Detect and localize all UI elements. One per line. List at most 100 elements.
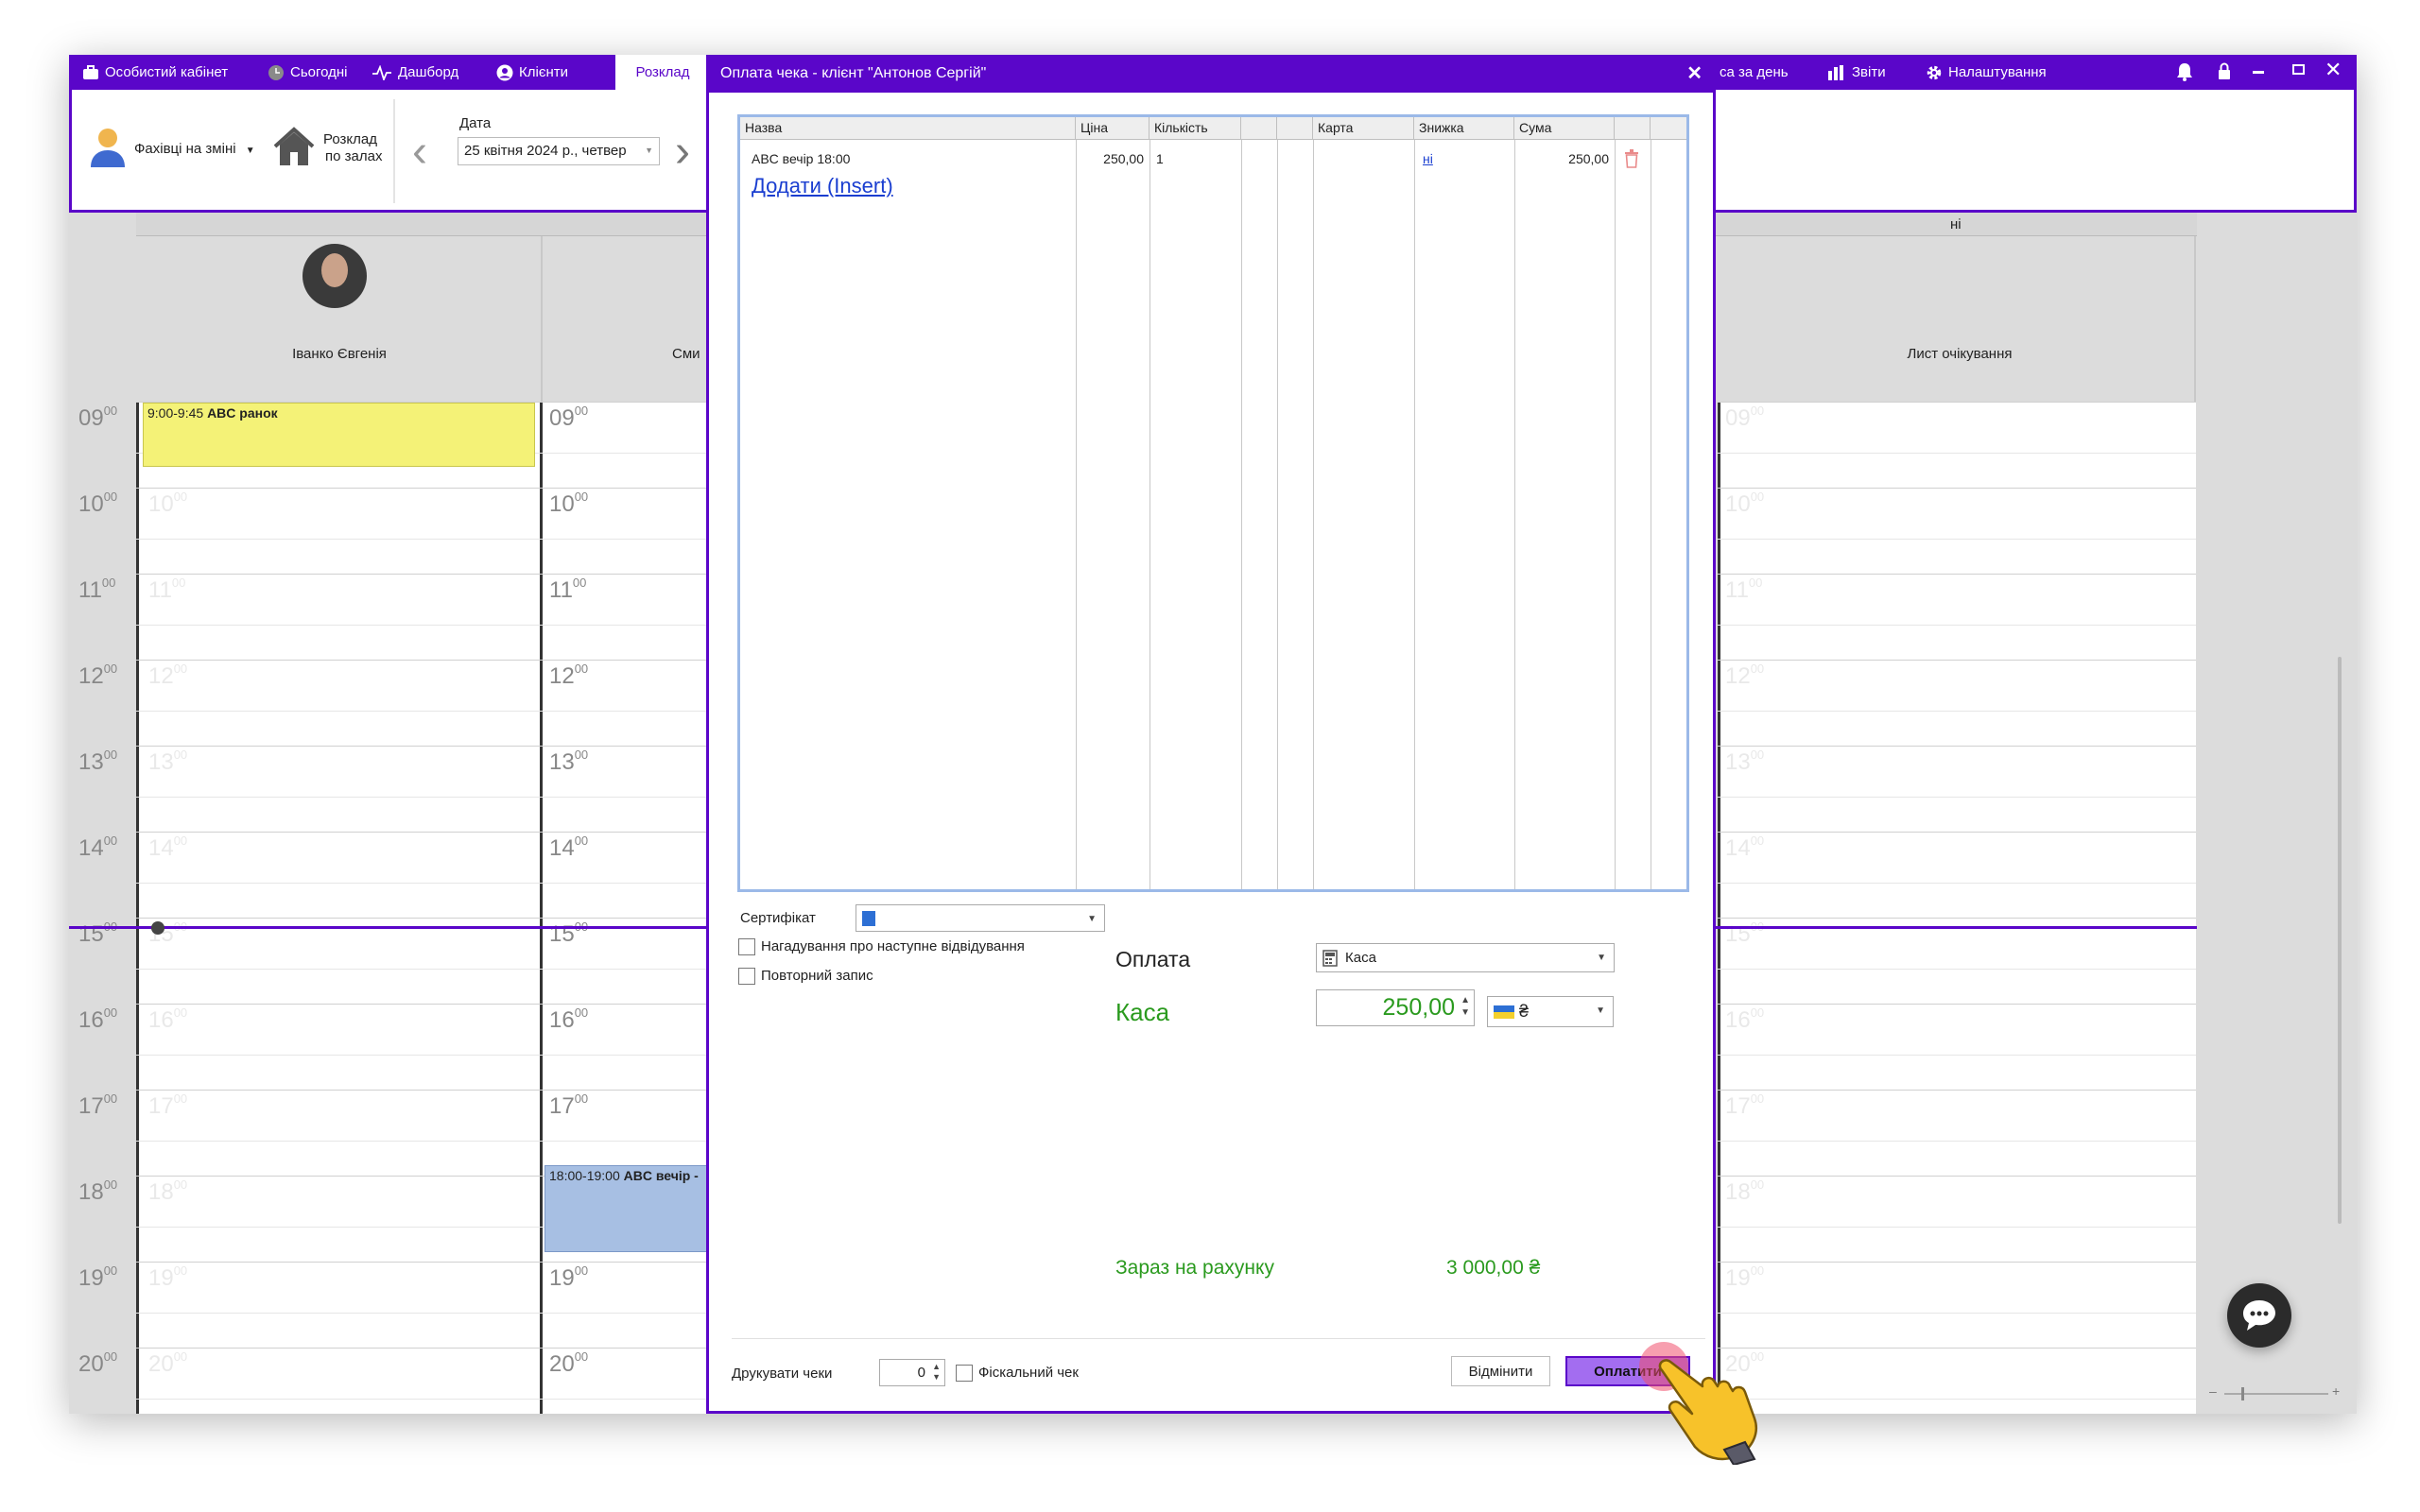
close-icon[interactable]: ✕ [1686, 61, 1703, 85]
next-date-icon[interactable]: › [675, 126, 690, 178]
nav-settings[interactable]: Налаштування [1926, 55, 2047, 90]
col-header-card[interactable]: Карта [1313, 117, 1414, 140]
date-picker[interactable]: 25 квітня 2024 р., четвер ▼ [458, 137, 660, 165]
hour-label-ghost: 1600 [148, 1005, 188, 1033]
col-header-discount[interactable]: Знижка [1414, 117, 1514, 140]
fiscal-option[interactable]: Фіскальний чек [956, 1365, 1079, 1383]
maximize-icon[interactable] [2292, 64, 2305, 75]
repeat-option[interactable]: Повторний запис [738, 968, 873, 986]
hour-label-ghost: 1700 [148, 1091, 188, 1119]
print-count-stepper[interactable]: 0 ▲ ▼ [879, 1359, 945, 1386]
nav-dashboard-label: Дашборд [398, 64, 459, 80]
add-item-link[interactable]: Додати (Insert) [752, 174, 893, 198]
hour-label-ghost: 1000 [148, 490, 188, 517]
hour-line [136, 1004, 543, 1005]
hour-line [1718, 1176, 2196, 1177]
currency-select[interactable]: ₴ ▼ [1487, 996, 1614, 1027]
event-time: 9:00-9:45 [147, 405, 204, 421]
hour-line [1718, 574, 2196, 575]
half-hour-line [136, 1054, 543, 1056]
row-qty[interactable]: 1 [1156, 151, 1164, 166]
hour-line [136, 1348, 543, 1349]
half-hour-line [1718, 452, 2196, 454]
reminder-label: Нагадування про наступне відвідування [761, 938, 1025, 954]
nav-dashboard[interactable]: Дашборд [372, 55, 458, 90]
amount-stepper-icon[interactable]: ▲ ▼ [1461, 994, 1470, 1019]
nav-clients[interactable]: Клієнти [496, 55, 568, 90]
nav-today[interactable]: Сьогодні [268, 55, 348, 90]
hour-label: 1200 [78, 662, 118, 689]
prev-date-icon[interactable]: ‹ [412, 126, 427, 178]
fiscal-label: Фіскальний чек [978, 1365, 1079, 1381]
footer-divider [732, 1338, 1705, 1339]
col-header-blank-1[interactable] [1241, 117, 1277, 140]
amount-input[interactable]: 250,00 ▲ ▼ [1316, 989, 1475, 1026]
half-hour-line [1718, 882, 2196, 884]
hour-line [136, 1090, 543, 1091]
hour-line [136, 746, 543, 747]
nav-cabinet[interactable]: Особистий кабінет [82, 55, 228, 90]
nav-cabinet-label: Особистий кабінет [105, 64, 229, 80]
nav-reports[interactable]: Звіти [1827, 55, 1886, 90]
hour-label-ghost: 1400 [148, 833, 188, 861]
zoom-out-icon[interactable]: – [2209, 1383, 2217, 1399]
hour-line [136, 1176, 543, 1177]
row-discount-link[interactable]: ні [1423, 151, 1433, 166]
halls-line2: по залах [325, 148, 383, 164]
payment-method-value: Каса [1345, 950, 1376, 966]
repeat-checkbox[interactable] [738, 968, 755, 986]
hour-line [1718, 1090, 2196, 1091]
row-name[interactable]: ABC вечір 18:00 [752, 151, 850, 166]
row-price[interactable]: 250,00 [1076, 151, 1144, 166]
hour-label-ghost: 1400 [1725, 833, 1765, 861]
minimize-icon[interactable] [2253, 71, 2264, 74]
nav-daycash[interactable]: са за день [1720, 55, 1789, 90]
zoom-in-icon[interactable]: + [2332, 1383, 2340, 1399]
col-header-name[interactable]: Назва [740, 117, 1076, 140]
staff-dropdown[interactable]: Фахівці на зміні ▼ [134, 141, 255, 157]
fiscal-checkbox[interactable] [956, 1365, 973, 1383]
cash-label: Каса [1115, 998, 1170, 1026]
hour-label: 1100 [78, 576, 116, 603]
chevron-down-icon: ▼ [1596, 1005, 1605, 1016]
event-card[interactable]: 9:00-9:45 ABC ранок [143, 403, 535, 467]
zoom-thumb[interactable] [2241, 1387, 2244, 1400]
hour-label: 2000 [549, 1349, 589, 1377]
vertical-scrollbar[interactable] [2338, 657, 2342, 1224]
reminder-option[interactable]: Нагадування про наступне відвідування [738, 938, 1025, 956]
cancel-button[interactable]: Відмінити [1451, 1356, 1550, 1386]
hour-line [1718, 402, 2196, 403]
col-header-sum[interactable]: Сума [1514, 117, 1615, 140]
hour-label: 1200 [549, 662, 589, 689]
col-header-blank-2[interactable] [1277, 117, 1313, 140]
hour-label-ghost: 1900 [1725, 1263, 1765, 1291]
close-app-icon[interactable]: ✕ [2325, 58, 2342, 82]
half-hour-line [1718, 710, 2196, 712]
col-header-qty[interactable]: Кількість [1150, 117, 1241, 140]
payment-method-select[interactable]: Каса ▼ [1316, 943, 1615, 972]
zoom-slider[interactable]: – + [2209, 1383, 2342, 1400]
repeat-label: Повторний запис [761, 968, 873, 984]
dialog-titlebar: Оплата чека - клієнт "Антонов Сергій" ✕ [709, 55, 1716, 93]
print-stepper-icon[interactable]: ▲ ▼ [932, 1362, 941, 1383]
lock-icon[interactable] [2217, 62, 2232, 81]
pulse-icon [372, 64, 391, 80]
chat-bubble-icon [2243, 1300, 2275, 1331]
nav-schedule[interactable]: Розклад [615, 55, 710, 90]
half-hour-line [136, 1398, 543, 1400]
col-header-price[interactable]: Ціна [1076, 117, 1150, 140]
chat-button[interactable] [2227, 1283, 2291, 1348]
balance-value: 3 000,00 ₴ [1446, 1257, 1541, 1279]
row-sum[interactable]: 250,00 [1514, 151, 1609, 166]
half-hour-line [1718, 1398, 2196, 1400]
payment-label: Оплата [1115, 947, 1191, 971]
halls-schedule-button[interactable]: Розклад по залах [323, 131, 382, 165]
bell-icon[interactable] [2175, 61, 2194, 82]
trash-icon[interactable] [1624, 149, 1639, 168]
hour-label: 1600 [549, 1005, 589, 1033]
half-hour-line [136, 1226, 543, 1228]
certificate-select[interactable]: ▼ [856, 904, 1105, 932]
reminder-checkbox[interactable] [738, 938, 755, 956]
home-icon[interactable] [272, 126, 316, 167]
hour-line [136, 574, 543, 575]
